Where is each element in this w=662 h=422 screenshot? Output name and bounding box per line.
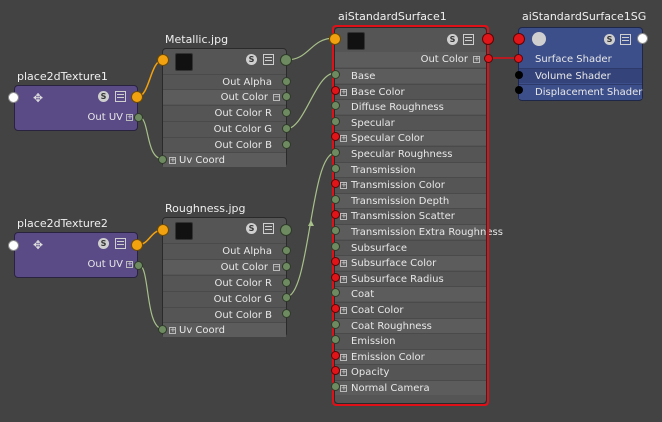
ai-input-port[interactable] — [331, 319, 340, 329]
port[interactable] — [282, 309, 291, 318]
place2-outuv-port[interactable] — [134, 261, 143, 270]
sg-volume-shader: Volume Shader — [519, 68, 642, 83]
wire-place2-uvcoord — [138, 264, 164, 330]
metallic-out-color: Out Color − — [163, 89, 286, 104]
shading-group-icon — [532, 32, 546, 46]
menu-icon[interactable] — [115, 91, 126, 102]
metallic-node[interactable]: S Out Alpha Out Color − Out Color R Out C… — [162, 48, 287, 167]
shading-group-node[interactable]: S Surface Shader Volume Shader Displacem… — [518, 27, 643, 101]
collapse-icon[interactable]: − — [273, 264, 280, 271]
metallic-out-alpha: Out Alpha — [163, 74, 286, 89]
roughness-uv-port[interactable] — [158, 325, 167, 334]
s-icon[interactable]: S — [246, 223, 257, 234]
s-icon[interactable]: S — [246, 54, 257, 65]
ai-input-port[interactable] — [331, 85, 340, 95]
port[interactable] — [282, 140, 291, 149]
place1-title: place2dTexture1 — [17, 70, 108, 83]
port[interactable] — [282, 278, 291, 287]
out-uv-label: Out UV — [87, 259, 123, 270]
ai-input-port[interactable] — [331, 241, 340, 251]
s-icon[interactable]: S — [98, 238, 109, 249]
sg-input-port[interactable] — [513, 33, 525, 45]
port[interactable] — [282, 293, 291, 302]
sg-title: aiStandardSurface1SG — [522, 10, 647, 23]
ai-input-port[interactable] — [331, 194, 340, 204]
wire-metallic-r-ai — [285, 72, 336, 130]
metallic-uv-port[interactable] — [158, 155, 167, 164]
ai-input-port[interactable] — [331, 272, 340, 282]
wire-metallic-ai — [285, 37, 336, 61]
roughness-input-port[interactable] — [157, 224, 169, 236]
port[interactable] — [282, 246, 291, 255]
roughness-out-color-b: Out Color B — [163, 307, 286, 322]
wire-place1-uvcoord — [138, 116, 164, 160]
s-icon[interactable]: S — [604, 34, 615, 45]
sg-displacement-shader: Displacement Shader — [519, 84, 642, 99]
place2d-icon: ✥ — [33, 91, 44, 105]
ai-outcolor-port[interactable] — [484, 54, 493, 63]
roughness-out-alpha: Out Alpha — [163, 243, 286, 258]
metallic-uv-coord: + Uv Coord — [163, 152, 286, 167]
place2d-icon: ✥ — [33, 238, 44, 252]
ai-input-port[interactable] — [331, 163, 340, 173]
place2dtexture1-node[interactable]: S ✥ Out UV + — [14, 85, 138, 131]
port[interactable] — [282, 108, 291, 117]
metallic-title: Metallic.jpg — [165, 33, 229, 46]
place2-title: place2dTexture2 — [17, 217, 108, 230]
texture-thumbnail — [175, 222, 193, 240]
metallic-out-color-g: Out Color G — [163, 121, 286, 136]
port[interactable] — [282, 124, 291, 133]
menu-icon[interactable] — [263, 54, 274, 65]
s-icon[interactable]: S — [98, 91, 109, 102]
place1-input-port[interactable] — [8, 92, 19, 103]
metallic-out-color-b: Out Color B — [163, 137, 286, 152]
expand-icon[interactable]: + — [126, 261, 133, 268]
expand-icon[interactable]: + — [169, 157, 176, 164]
roughness-uv-coord: + Uv Coord — [163, 322, 286, 337]
roughness-output-port[interactable] — [280, 224, 292, 236]
ai-input-port[interactable] — [331, 350, 340, 360]
menu-icon[interactable] — [263, 223, 274, 234]
place2-output-port[interactable] — [131, 239, 143, 251]
place1-outuv-port[interactable] — [134, 113, 143, 122]
selection-outline — [332, 25, 489, 406]
sg-surface-port[interactable] — [514, 54, 523, 63]
expand-icon[interactable]: + — [169, 327, 176, 334]
place2dtexture2-node[interactable]: S ✥ Out UV + — [14, 232, 138, 278]
metallic-output-port[interactable] — [280, 54, 292, 66]
menu-icon[interactable] — [115, 238, 126, 249]
out-uv-label: Out UV — [87, 112, 123, 123]
port[interactable] — [282, 92, 291, 101]
collapse-icon[interactable]: − — [273, 94, 280, 101]
ai-input-port[interactable] — [331, 148, 340, 157]
ai-input-port[interactable] — [329, 33, 341, 45]
ai-input-port[interactable] — [331, 382, 340, 391]
place2-input-port[interactable] — [8, 240, 19, 251]
ai-output-port[interactable] — [482, 33, 494, 45]
roughness-out-color-g: Out Color G — [163, 291, 286, 306]
wire-arrow — [308, 220, 314, 226]
menu-icon[interactable] — [620, 34, 631, 45]
roughness-title: Roughness.jpg — [165, 202, 246, 215]
ai-input-port[interactable] — [331, 304, 340, 313]
port[interactable] — [282, 77, 291, 86]
roughness-node[interactable]: S Out Alpha Out Color − Out Color R Out C… — [162, 217, 287, 337]
ai-input-port[interactable] — [331, 70, 340, 79]
ai-input-port[interactable] — [331, 226, 340, 235]
roughness-out-color-r: Out Color R — [163, 275, 286, 290]
place1-output-port[interactable] — [131, 91, 143, 103]
expand-icon[interactable]: + — [126, 114, 133, 121]
port[interactable] — [282, 262, 291, 271]
sg-displacement-port[interactable] — [515, 86, 523, 94]
metallic-out-color-r: Out Color R — [163, 105, 286, 120]
texture-thumbnail — [175, 53, 193, 71]
roughness-out-color: Out Color − — [163, 259, 286, 274]
sg-volume-port[interactable] — [515, 71, 523, 79]
metallic-input-port[interactable] — [157, 54, 169, 66]
sg-output-port[interactable] — [637, 33, 648, 44]
ai-input-port[interactable] — [331, 116, 340, 126]
ai-title: aiStandardSurface1 — [338, 10, 447, 23]
sg-surface-shader: Surface Shader — [519, 52, 642, 67]
